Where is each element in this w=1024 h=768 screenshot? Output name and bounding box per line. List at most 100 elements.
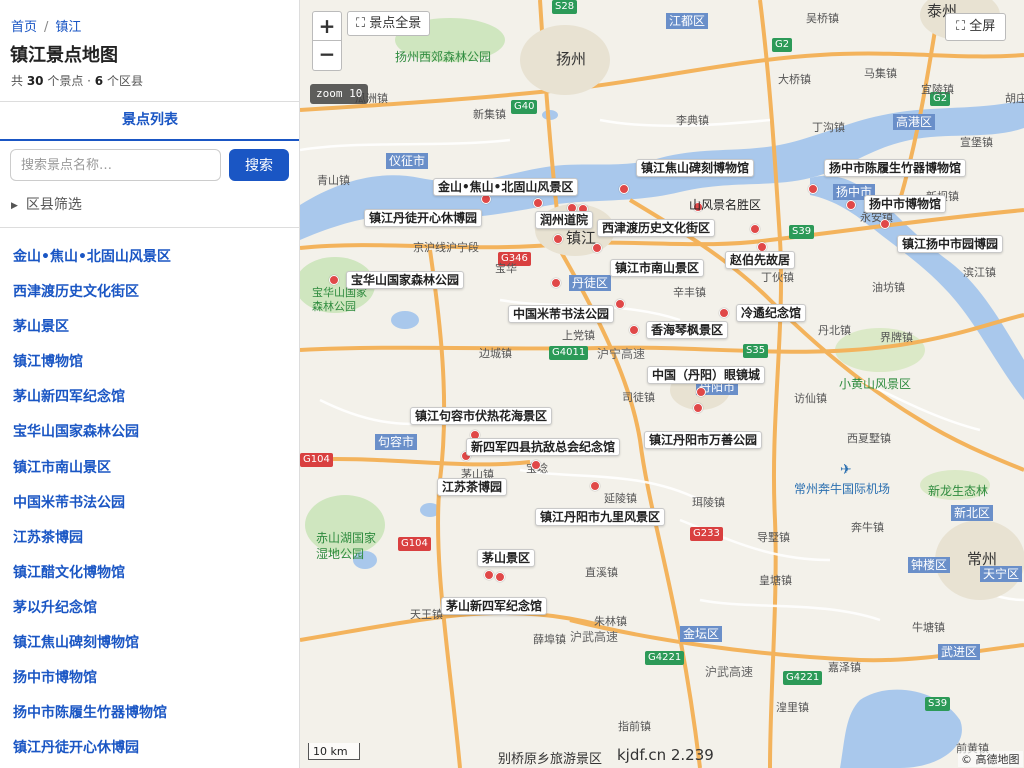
spot-label[interactable]: 西津渡历史文化街区 [597,219,716,237]
spot-marker[interactable] [533,198,543,208]
spot-marker[interactable] [329,275,339,285]
breadcrumb-separator: / [44,20,49,35]
town-label: 直溪镇 [585,566,618,579]
spot-label[interactable]: 镇江焦山碑刻博物馆 [636,159,755,177]
spot-list-item[interactable]: 江苏茶博园 [0,521,299,556]
zoom-in-button[interactable]: + [312,11,342,41]
spot-label[interactable]: 香海琴枫景区 [646,321,729,339]
spot-label[interactable]: 宝华山国家森林公园 [346,271,465,289]
town-label: 边城镇 [479,347,512,360]
spot-marker[interactable] [531,460,541,470]
town-label: 朱林镇 [594,615,627,628]
spot-label[interactable]: 山风景名胜区 [685,197,765,215]
spot-label[interactable]: 茅山景区 [477,549,536,567]
town-label: 薛埠镇 [533,633,566,646]
spot-list-item[interactable]: 中国米芾书法公园 [0,486,299,521]
map-attribution: © 高德地图 [958,751,1023,767]
town-label: 马集镇 [864,67,897,80]
spot-label[interactable]: 江苏茶博园 [437,478,508,496]
town-label: 宜陵镇 [921,83,954,96]
spot-list-item[interactable]: 金山•焦山•北固山风景区 [0,240,299,275]
spot-label[interactable]: 新四军四县抗敌总会纪念馆 [466,438,621,456]
district-count: 6 [94,74,104,88]
map-view[interactable]: 江都区 仪征市 丹徒区 句容市 丹阳市 金坛区 扬中市 高港区 新北区 钟楼区 … [300,0,1024,768]
spot-label[interactable]: 镇江市南山景区 [610,259,705,277]
spot-marker[interactable] [553,234,563,244]
spot-marker[interactable] [592,243,602,253]
spot-list-item[interactable]: 扬中市陈履生竹器博物馆 [0,696,299,731]
spot-marker[interactable] [750,224,760,234]
spot-label[interactable]: 金山•焦山•北固山风景区 [433,178,579,196]
road-name: 沪宁高速 [597,347,646,361]
spot-marker[interactable] [551,278,561,288]
spot-list-item[interactable]: 镇江博物馆 [0,345,299,380]
spot-list-item[interactable]: 镇江市南山景区 [0,451,299,486]
tab-spot-list[interactable]: 景点列表 [0,102,299,141]
spot-label[interactable]: 中国米芾书法公园 [508,305,615,323]
spot-marker[interactable] [808,184,818,194]
road-name: 京沪线沪宁段 [413,241,479,254]
spot-marker[interactable] [590,481,600,491]
spot-list-item[interactable]: 镇江醋文化博物馆 [0,556,299,591]
spot-label[interactable]: 冷遹纪念馆 [736,304,807,322]
spot-marker[interactable] [719,308,729,318]
fullscreen-button[interactable]: ⛶ 全屏 [945,13,1007,41]
spot-marker[interactable] [880,219,890,229]
park-label: 小黄山风景区 [839,377,912,391]
spot-marker[interactable] [846,200,856,210]
breadcrumb-home-link[interactable]: 首页 [11,20,37,35]
spot-label[interactable]: 镇江丹徒开心休博园 [364,209,483,227]
spot-label[interactable]: 润州道院 [535,211,594,229]
spot-label[interactable]: 镇江丹阳市九里风景区 [535,508,666,526]
spot-list-item[interactable]: 扬中市博物馆 [0,661,299,696]
town-label: 辛丰镇 [673,286,706,299]
summary-text: 共 30 个景点 · 6 个区县 [11,72,143,89]
divider [0,227,299,228]
spot-marker[interactable] [693,403,703,413]
spot-list-item[interactable]: 镇江丹徒开心休博园 [0,731,299,766]
spot-label[interactable]: 扬中市博物馆 [864,195,947,213]
road-badge: G4221 [783,671,823,685]
search-input[interactable] [10,149,221,181]
road-badge: G4221 [645,651,685,665]
breadcrumb-current-link[interactable]: 镇江 [55,20,81,35]
spot-marker[interactable] [696,387,706,397]
town-label: 珥陵镇 [692,496,725,509]
spot-list-item[interactable]: 西津渡历史文化街区 [0,275,299,310]
district-label: 句容市 [375,434,418,450]
spot-label[interactable]: 茅山新四军纪念馆 [441,597,548,615]
spot-label[interactable]: 镇江句容市伏热花海景区 [410,407,553,425]
town-label: 大桥镇 [778,73,811,86]
spot-list-item[interactable]: 镇江焦山碑刻博物馆 [0,626,299,661]
fit-all-button[interactable]: ⛶ 景点全景 [347,11,431,36]
summary-prefix: 共 [11,74,27,88]
zoom-out-button[interactable]: − [312,41,342,71]
spot-marker[interactable] [615,299,625,309]
watermark-text: kjdf.cn 2.239 [617,746,714,764]
spot-label[interactable]: 中国（丹阳）眼镜城 [647,366,766,384]
spot-marker[interactable] [619,184,629,194]
spot-label[interactable]: 赵伯先故居 [725,251,796,269]
spot-marker[interactable] [495,572,505,582]
town-label: 油坊镇 [872,281,905,294]
spot-list-item[interactable]: 茅山景区 [0,310,299,345]
search-button[interactable]: 搜索 [229,149,289,181]
spot-label[interactable]: 镇江丹阳市万善公园 [644,431,763,449]
spot-list-item[interactable]: 宝华山国家森林公园 [0,415,299,450]
district-label: 高港区 [893,114,936,130]
spot-marker[interactable] [484,570,494,580]
spot-label[interactable]: 镇江扬中市园博园 [897,235,1004,253]
district-label: 丹徒区 [569,275,612,291]
page-title: 镇江景点地图 [10,45,118,66]
spot-list-item[interactable]: 茅山新四军纪念馆 [0,380,299,415]
town-label: 牛塘镇 [912,621,945,634]
town-label: 访仙镇 [794,392,827,405]
town-label: 李典镇 [676,114,709,127]
spot-label[interactable]: 扬中市陈履生竹器博物馆 [824,159,967,177]
spot-marker[interactable] [629,325,639,335]
spot-list-item[interactable]: 茅以升纪念馆 [0,591,299,626]
airport-icon: ✈ [840,462,852,478]
district-label: 新北区 [951,505,994,521]
district-filter-toggle[interactable]: ▶ 区县筛选 [11,194,82,214]
district-filter-label: 区县筛选 [25,197,82,213]
